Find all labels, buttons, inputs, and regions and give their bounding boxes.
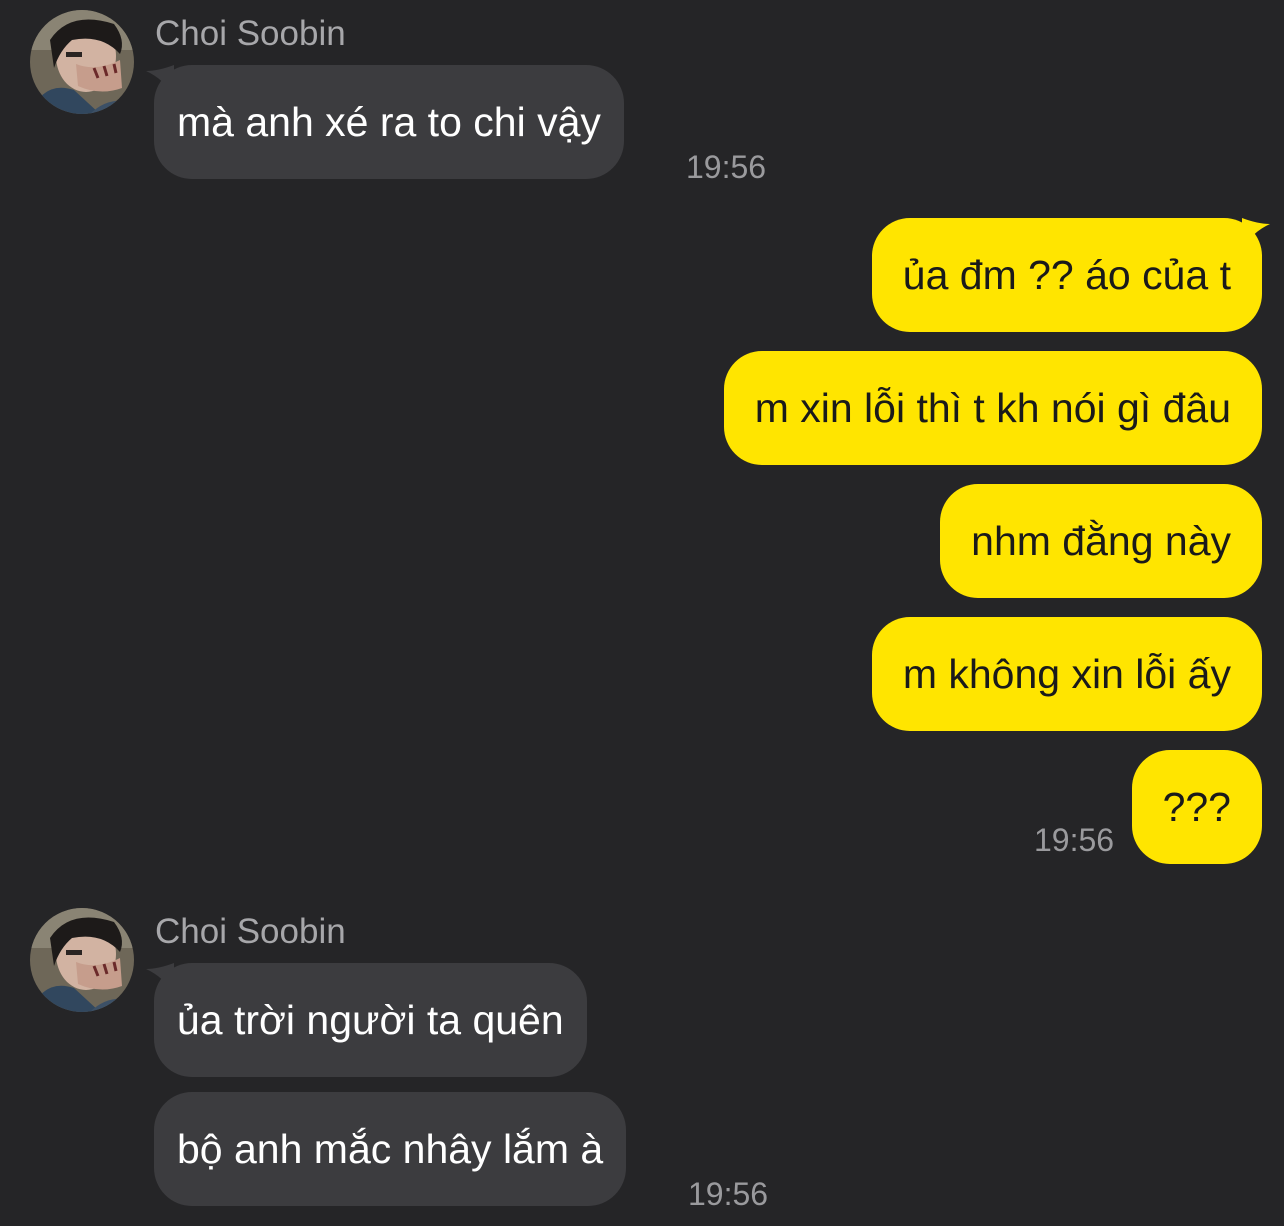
message-text: ??? [1162,784,1231,830]
message-bubble[interactable]: ??? [1131,750,1262,864]
message-timestamp: 19:56 [686,149,767,185]
sender-name: Choi Soobin [155,912,346,951]
message-text: ủa đm ?? áo của t [902,252,1231,298]
bubble-tail-icon [146,65,174,97]
sender-avatar[interactable] [30,908,134,1012]
message-bubble[interactable]: mà anh xé ra to chi vậy [146,65,624,179]
message-timestamp: 19:56 [688,1176,769,1212]
profile-photo-icon [30,10,134,114]
message-text: nhm đằng này [971,518,1231,564]
message-bubble[interactable]: m không xin lỗi ấy [871,617,1262,731]
message-bubble[interactable]: ủa trời người ta quên [146,963,587,1077]
profile-photo-icon [30,908,134,1012]
message-timestamp: 19:56 [1034,822,1115,858]
message-bubble[interactable]: bộ anh mắc nhây lắm à [154,1092,627,1206]
message-text: ủa trời người ta quên [177,997,564,1043]
bubble-tail-icon [1242,218,1270,250]
message-text: m không xin lỗi ấy [902,651,1231,697]
bubble-tail-icon [146,963,174,995]
message-bubble[interactable]: ủa đm ?? áo của t [871,218,1270,332]
message-text: mà anh xé ra to chi vậy [177,99,601,145]
message-bubble[interactable]: nhm đằng này [940,484,1262,598]
message-bubble[interactable]: m xin lỗi thì t kh nói gì đâu [723,351,1262,465]
message-text: m xin lỗi thì t kh nói gì đâu [754,385,1231,431]
sender-name: Choi Soobin [155,14,346,53]
message-text: bộ anh mắc nhây lắm à [177,1126,604,1172]
sender-avatar[interactable] [30,10,134,114]
